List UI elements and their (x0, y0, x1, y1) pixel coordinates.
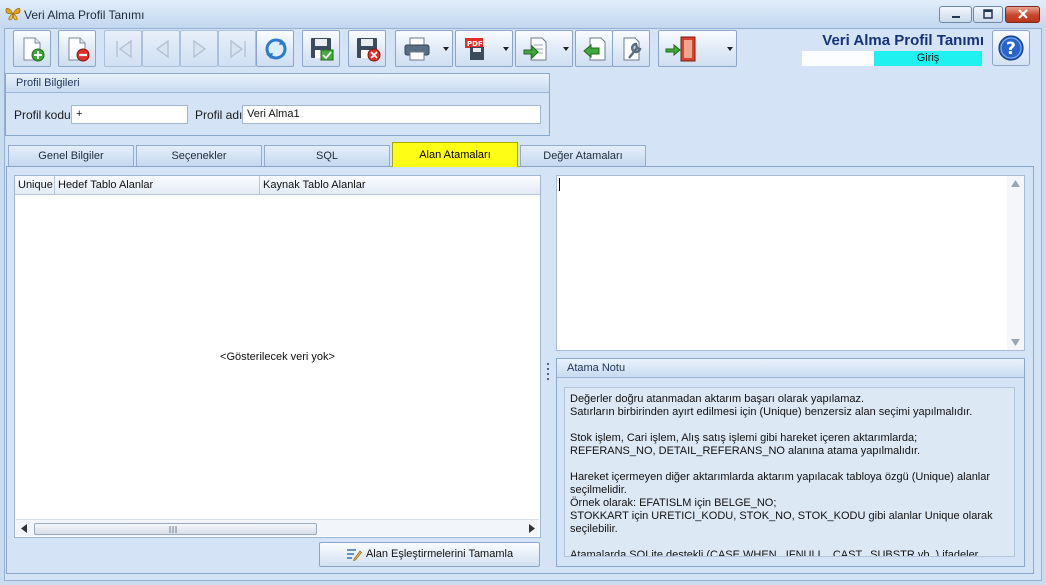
profile-info-header: Profil Bilgileri (6, 74, 549, 93)
cancel-save-icon (357, 38, 381, 62)
assignment-note-text: Değerler doğru atanmadan aktarım başarı … (564, 387, 1015, 557)
svg-text:PDF: PDF (467, 40, 483, 48)
previous-record-icon (155, 39, 169, 59)
note-paragraph: Hareket içermeyen diğer aktarımlarda akt… (570, 471, 993, 535)
save-button[interactable] (302, 30, 340, 67)
new-record-icon (23, 37, 45, 62)
scroll-left-icon[interactable] (20, 524, 28, 533)
back-icon (583, 37, 606, 61)
first-record-icon (116, 39, 132, 59)
print-icon (404, 37, 430, 61)
scroll-down-icon[interactable] (1011, 339, 1020, 346)
chevron-down-icon (443, 47, 449, 51)
chevron-down-icon (503, 47, 509, 51)
back-button[interactable] (575, 30, 613, 67)
edit-list-icon (346, 549, 362, 562)
refresh-icon (265, 38, 287, 60)
grid-empty-message: <Gösterilecek veri yok> (220, 351, 335, 363)
maximize-button[interactable] (973, 6, 1003, 23)
close-window-button[interactable] (1005, 6, 1040, 23)
assignment-note-group: Atama Notu Değerler doğru atanmadan akta… (556, 358, 1025, 567)
assignment-note-header: Atama Notu (557, 359, 1024, 378)
tab-general-info[interactable]: Genel Bilgiler (8, 145, 134, 166)
profile-name-label: Profil adı (195, 108, 243, 122)
import-icon (523, 37, 547, 61)
chevron-down-icon (563, 47, 569, 51)
first-record-button[interactable] (104, 30, 142, 67)
column-header-source-fields[interactable]: Kaynak Tablo Alanlar (260, 176, 540, 195)
last-record-icon (230, 39, 246, 59)
settings-icon (623, 37, 642, 61)
next-record-icon (193, 39, 207, 59)
refresh-button[interactable] (256, 30, 294, 67)
svg-text:?: ? (1006, 39, 1016, 59)
column-header-target-fields[interactable]: Hedef Tablo Alanlar (55, 176, 260, 195)
mode-badge: Giriş (874, 51, 982, 66)
cancel-save-button[interactable] (348, 30, 386, 67)
delete-record-button[interactable] (58, 30, 96, 67)
previous-record-button[interactable] (142, 30, 180, 67)
tab-value-assignments[interactable]: Değer Atamaları (520, 145, 646, 166)
save-icon (311, 38, 334, 61)
title-bar: Veri Alma Profil Tanımı (0, 0, 1046, 28)
profile-name-field[interactable]: Veri Alma1 (242, 105, 541, 124)
grip-icon (169, 526, 177, 533)
butterfly-icon (5, 8, 21, 21)
help-button[interactable]: ? (992, 30, 1030, 66)
note-paragraph: Stok işlem, Cari işlem, Alış satış işlem… (570, 432, 921, 457)
import-button[interactable] (515, 30, 573, 67)
tab-field-assignments[interactable]: Alan Atamaları (392, 142, 518, 167)
tab-sql[interactable]: SQL (264, 145, 390, 166)
profile-code-label: Profil kodu (14, 108, 71, 122)
vertical-scrollbar[interactable] (1007, 176, 1024, 350)
print-button[interactable] (395, 30, 453, 67)
horizontal-scroll-thumb[interactable] (34, 523, 317, 535)
chevron-down-icon (727, 47, 733, 51)
window-title: Veri Alma Profil Tanımı (24, 8, 145, 22)
scroll-right-icon[interactable] (528, 524, 536, 533)
horizontal-scrollbar[interactable] (16, 519, 539, 536)
next-record-button[interactable] (180, 30, 218, 67)
splitter-grip[interactable] (546, 362, 549, 380)
field-mapping-grid[interactable]: Unique Hedef Tablo Alanlar Kaynak Tablo … (14, 175, 541, 538)
exit-icon (665, 36, 696, 62)
note-paragraph: Atamalarda SQLite destekli (CASE WHEN...… (570, 549, 979, 557)
close-icon (1017, 9, 1028, 19)
scroll-up-icon[interactable] (1011, 180, 1020, 187)
minimize-icon (951, 16, 960, 18)
settings-button[interactable] (612, 30, 650, 67)
profile-info-group: Profil Bilgileri Profil kodu + Profil ad… (5, 73, 550, 136)
exit-button[interactable] (658, 30, 737, 67)
new-record-button[interactable] (13, 30, 51, 67)
minimize-button[interactable] (939, 6, 972, 23)
delete-record-icon (68, 37, 90, 62)
tab-options[interactable]: Seçenekler (136, 145, 262, 166)
maximize-icon (983, 9, 993, 19)
text-caret (559, 178, 560, 191)
complete-field-matching-button[interactable]: Alan Eşleştirmelerini Tamamla (319, 542, 540, 567)
profile-code-field[interactable]: + (71, 105, 188, 124)
pdf-export-button[interactable]: PDF (455, 30, 513, 67)
note-paragraph: Değerler doğru atanmadan aktarım başarı … (570, 393, 973, 418)
column-header-unique[interactable]: Unique (15, 176, 55, 195)
pdf-export-icon: PDF (465, 38, 484, 60)
form-title: Veri Alma Profil Tanımı (822, 32, 984, 49)
mode-indicator-blank (802, 51, 874, 66)
sql-expression-editor[interactable] (556, 175, 1025, 351)
last-record-button[interactable] (218, 30, 256, 67)
complete-field-matching-label: Alan Eşleştirmelerini Tamamla (365, 548, 514, 560)
help-icon: ? (998, 35, 1024, 61)
